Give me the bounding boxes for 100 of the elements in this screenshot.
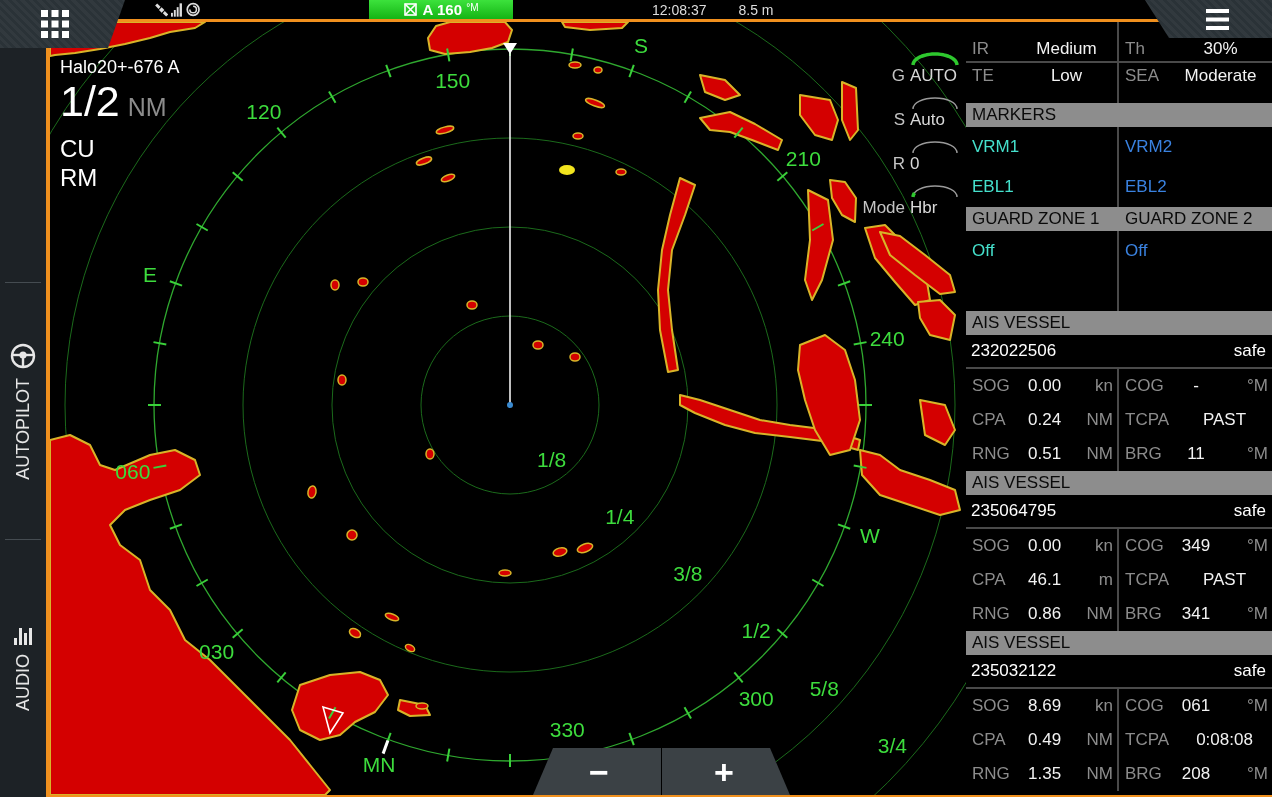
grid-icon <box>40 10 69 38</box>
field-value: 0.24 <box>1028 410 1063 430</box>
range-value: 1/2 <box>60 77 120 125</box>
field-label: TCPA <box>1125 570 1171 590</box>
field-value: - <box>1193 376 1199 396</box>
bearing-tick <box>733 671 744 684</box>
section-header: AIS VESSEL <box>966 311 1272 335</box>
bearing-tick <box>152 464 168 469</box>
gauge-label: S <box>893 110 905 130</box>
radar-echo <box>466 300 478 310</box>
bearing-tick <box>446 747 451 763</box>
radar-echo <box>346 529 358 541</box>
field-value: 0.51 <box>1028 444 1063 464</box>
field-unit: kn <box>1095 536 1113 556</box>
sidebar-button[interactable]: AUTOPILOT <box>5 283 41 539</box>
field-label: SOG <box>972 696 1011 716</box>
bearing-tick <box>811 578 825 587</box>
clock-time: 12:08:37 <box>652 1 707 18</box>
gauge-arc[interactable] <box>910 184 960 198</box>
field-unit: °M <box>1247 444 1268 464</box>
gauge-value: 0 <box>910 154 921 174</box>
radar-echo <box>415 156 433 166</box>
own-ship-icon <box>507 402 513 408</box>
field-unit: NM <box>1086 604 1113 624</box>
guard-zone-value[interactable]: Off <box>1125 241 1148 260</box>
gauge-label: G <box>891 66 905 86</box>
bearing-tick <box>852 341 868 346</box>
radar-echo <box>552 547 568 557</box>
sidebar-button[interactable]: AUDIO <box>5 540 41 797</box>
radar-echo <box>435 125 455 135</box>
field-label: COG <box>1125 536 1165 556</box>
bearing-label: 240 <box>869 327 905 350</box>
guard-zone-value[interactable]: Off <box>972 241 995 260</box>
bearing-tick <box>628 63 635 79</box>
zoom-in-button[interactable]: + <box>662 748 790 795</box>
apps-button[interactable] <box>0 0 125 48</box>
motion-mode: RM <box>60 163 99 192</box>
radar-echo <box>576 542 594 554</box>
field-unit: °M <box>1247 764 1268 784</box>
range-label: 1/4 <box>605 504 635 528</box>
range-label: 3/4 <box>877 733 908 757</box>
radar-echo <box>699 74 741 101</box>
setting-value[interactable]: Low <box>1050 67 1083 85</box>
menu-button[interactable] <box>1145 0 1272 38</box>
setting-value[interactable]: Medium <box>1036 40 1097 58</box>
field-value: 061 <box>1181 696 1211 716</box>
field-value: 0.86 <box>1028 604 1063 624</box>
marker-label[interactable]: EBL2 <box>1125 177 1167 197</box>
range-label: 1/2 <box>741 619 771 643</box>
boxed-x-icon <box>403 3 417 16</box>
setting-value[interactable]: Moderate <box>1184 67 1257 85</box>
bearing-tick <box>446 47 451 63</box>
field-unit: NM <box>1086 730 1113 750</box>
ais-target-icon[interactable] <box>321 705 345 735</box>
zoom-out-button[interactable]: − <box>533 748 661 795</box>
gauge-arc[interactable] <box>910 140 960 154</box>
menu-icon <box>1206 8 1229 30</box>
radar-echo <box>330 279 340 291</box>
gauge-arc[interactable] <box>910 52 960 66</box>
gauge-value: AUTO <box>910 66 958 86</box>
bearing-tick <box>858 404 873 406</box>
equalizer-icon <box>13 625 33 646</box>
bearing-label: 150 <box>435 68 471 92</box>
satellite-icon <box>155 2 169 17</box>
bearing-tick <box>328 706 337 720</box>
section-header: AIS VESSEL <box>966 631 1272 655</box>
gauge-value: Auto <box>910 110 946 130</box>
setting-value[interactable]: 30% <box>1203 40 1238 58</box>
bearing-tick <box>776 171 789 182</box>
gauge-arc[interactable] <box>910 96 960 110</box>
bearing-tick <box>852 464 868 469</box>
gauge-label: R <box>892 154 905 174</box>
gauge-value: Hbr <box>910 198 939 218</box>
radar-echo <box>425 448 435 460</box>
field-value: 0:08:08 <box>1196 730 1253 750</box>
range-unit: NM <box>127 93 167 121</box>
setting-label: IR <box>972 40 990 58</box>
field-unit: °M <box>1247 536 1268 556</box>
radar-echo <box>532 340 544 350</box>
bearing-tick <box>147 404 162 406</box>
refresh-icon <box>185 2 200 17</box>
marker-label[interactable]: VRM2 <box>1125 137 1173 157</box>
bearing-tick <box>733 126 744 139</box>
field-unit: °M <box>1247 604 1268 624</box>
marker-label[interactable]: VRM1 <box>972 137 1020 157</box>
vessel-status: safe <box>1233 341 1266 361</box>
marker-label[interactable]: EBL1 <box>972 177 1014 197</box>
radar-source: Halo20+-676 A <box>60 56 180 78</box>
radar-echo <box>384 612 400 622</box>
field-label: BRG <box>1125 444 1163 464</box>
radar-echo <box>584 97 606 109</box>
field-label: RNG <box>972 604 1011 624</box>
field-label: BRG <box>1125 764 1163 784</box>
bearing-tick <box>168 280 184 287</box>
bearing-label: W <box>860 524 880 548</box>
radar-echo <box>337 374 347 386</box>
field-value: 341 <box>1181 604 1211 624</box>
field-value: 0.00 <box>1028 536 1063 556</box>
field-value: 208 <box>1181 764 1211 784</box>
field-label: COG <box>1125 376 1165 396</box>
